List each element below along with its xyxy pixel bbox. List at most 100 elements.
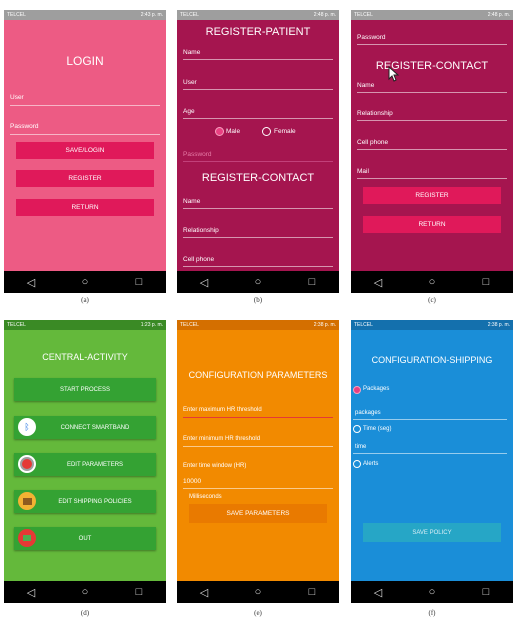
status-time: 1:23 p. m. xyxy=(140,322,163,328)
save-policy-button[interactable]: SAVE POLICY xyxy=(363,523,501,542)
password-input[interactable] xyxy=(10,134,160,135)
contact-name-input[interactable] xyxy=(183,208,333,209)
nav-bar: ◁ ○ □ xyxy=(177,271,339,293)
status-time: 2:48 p. m. xyxy=(313,12,336,18)
nav-bar: ◁ ○ □ xyxy=(4,581,166,603)
relationship-label: Relationship xyxy=(357,110,393,117)
back-icon[interactable]: ◁ xyxy=(16,586,46,599)
nav-bar: ◁ ○ □ xyxy=(351,271,513,293)
recent-apps-icon[interactable]: □ xyxy=(124,586,154,598)
page-title: CONFIGURATION PARAMETERS xyxy=(188,370,328,380)
carrier-label: TELCEL xyxy=(7,322,26,328)
target-icon xyxy=(18,455,36,473)
page-title: REGISTER-PATIENT xyxy=(205,26,311,38)
carrier-label: TELCEL xyxy=(180,12,199,18)
exit-icon xyxy=(18,529,36,547)
return-button[interactable]: RETURN xyxy=(16,199,154,216)
alerts-radio[interactable] xyxy=(353,460,361,468)
status-time: 2:38 p. m. xyxy=(313,322,336,328)
packages-input[interactable]: packages xyxy=(355,410,381,416)
shipping-box-icon xyxy=(18,492,36,510)
screen-configuration-shipping: TELCEL 2:38 p. m. CONFIGURATION-SHIPPING… xyxy=(351,320,513,603)
status-bar: TELCEL 2:48 p. m. xyxy=(177,10,339,20)
home-icon[interactable]: ○ xyxy=(243,586,273,598)
back-icon[interactable]: ◁ xyxy=(16,276,46,289)
packages-radio[interactable] xyxy=(353,386,361,394)
recent-apps-icon[interactable]: □ xyxy=(297,586,327,598)
screen-login: TELCEL 2:43 p. m. LOGIN User Password SA… xyxy=(4,10,166,293)
status-bar: TELCEL 2:38 p. m. xyxy=(351,320,513,330)
max-hr-label: Enter maximum HR threshold xyxy=(183,407,262,413)
page-title: CONFIGURATION-SHIPPING xyxy=(371,355,493,365)
female-radio[interactable] xyxy=(262,127,271,136)
time-label: Time (seg) xyxy=(363,426,392,432)
screen-configuration-parameters: TELCEL 2:38 p. m. CONFIGURATION PARAMETE… xyxy=(177,320,339,603)
milliseconds-label: Milliseconds xyxy=(189,494,222,500)
name-input[interactable] xyxy=(357,92,507,93)
home-icon[interactable]: ○ xyxy=(417,586,447,598)
screen-register-contact: TELCEL 2:48 p. m. Password REGISTER-CONT… xyxy=(351,10,513,293)
carrier-label: TELCEL xyxy=(7,12,26,18)
relationship-input[interactable] xyxy=(357,120,507,121)
return-button[interactable]: RETURN xyxy=(363,216,501,233)
status-bar: TELCEL 2:38 p. m. xyxy=(177,320,339,330)
carrier-label: TELCEL xyxy=(354,322,373,328)
user-input[interactable] xyxy=(10,105,160,106)
male-radio[interactable] xyxy=(215,127,224,136)
recent-apps-icon[interactable]: □ xyxy=(471,276,501,288)
recent-apps-icon[interactable]: □ xyxy=(297,276,327,288)
status-bar: TELCEL 2:48 p. m. xyxy=(351,10,513,20)
back-icon[interactable]: ◁ xyxy=(189,586,219,599)
caption-c: (c) xyxy=(428,296,436,304)
relationship-label: Relationship xyxy=(183,227,219,234)
mail-input[interactable] xyxy=(357,178,507,179)
time-radio[interactable] xyxy=(353,425,361,433)
register-button[interactable]: REGISTER xyxy=(16,170,154,187)
password-label: Password xyxy=(357,34,386,41)
time-input[interactable]: time xyxy=(355,444,366,450)
cell-phone-input[interactable] xyxy=(357,149,507,150)
page-title: REGISTER-CONTACT xyxy=(375,60,489,72)
recent-apps-icon[interactable]: □ xyxy=(471,586,501,598)
time-window-label: Enter time window (HR) xyxy=(183,463,247,469)
relationship-input[interactable] xyxy=(183,237,333,238)
home-icon[interactable]: ○ xyxy=(243,276,273,288)
back-icon[interactable]: ◁ xyxy=(363,276,393,289)
status-time: 2:43 p. m. xyxy=(140,12,163,18)
cell-phone-input[interactable] xyxy=(183,266,333,267)
back-icon[interactable]: ◁ xyxy=(363,586,393,599)
alerts-label: Alerts xyxy=(363,461,379,467)
save-login-button[interactable]: SAVE/LOGIN xyxy=(16,142,154,159)
caption-d: (d) xyxy=(80,609,90,617)
password-input[interactable] xyxy=(183,161,333,162)
register-button[interactable]: REGISTER xyxy=(363,187,501,204)
screen-central-activity: TELCEL 1:23 p. m. CENTRAL-ACTIVITY START… xyxy=(4,320,166,603)
caption-f: (f) xyxy=(428,609,436,617)
time-window-input[interactable]: 10000 xyxy=(183,478,201,485)
nav-bar: ◁ ○ □ xyxy=(177,581,339,603)
user-label: User xyxy=(10,94,24,101)
user-input[interactable] xyxy=(183,89,333,90)
password-input[interactable] xyxy=(357,44,507,45)
contact-name-label: Name xyxy=(183,198,201,205)
bluetooth-icon: ᛒ xyxy=(18,418,36,436)
home-icon[interactable]: ○ xyxy=(417,276,447,288)
start-process-button[interactable]: START PROCESS xyxy=(14,378,156,401)
name-label: Name xyxy=(357,82,375,89)
home-icon[interactable]: ○ xyxy=(70,586,100,598)
recent-apps-icon[interactable]: □ xyxy=(124,276,154,288)
caption-a: (a) xyxy=(81,296,89,304)
packages-label: Packages xyxy=(363,386,390,392)
password-label: Password xyxy=(10,123,39,130)
save-parameters-button[interactable]: SAVE PARAMETERS xyxy=(189,504,327,523)
min-hr-input[interactable] xyxy=(183,446,333,447)
status-bar: TELCEL 1:23 p. m. xyxy=(4,320,166,330)
name-input[interactable] xyxy=(183,59,333,60)
mouse-cursor-icon xyxy=(388,66,400,82)
connect-smartband-label: CONNECT SMARTBAND xyxy=(60,424,130,431)
back-icon[interactable]: ◁ xyxy=(189,276,219,289)
screen-register-patient: TELCEL 2:48 p. m. REGISTER-PATIENT Name … xyxy=(177,10,339,293)
max-hr-input[interactable] xyxy=(183,417,333,418)
home-icon[interactable]: ○ xyxy=(70,276,100,288)
age-input[interactable] xyxy=(183,118,333,119)
